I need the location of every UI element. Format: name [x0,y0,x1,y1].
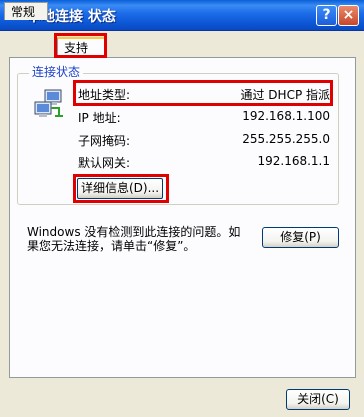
repair-button[interactable]: 修复(P) [262,227,339,248]
close-window-button[interactable]: × [338,5,359,26]
ip-address-value: 192.168.1.100 [242,109,330,123]
status-dialog: 本地连接 状态 ? × 常规 支持 连接状态 地址类型: 通过 DHCP 指派 … [0,0,364,417]
title-bar[interactable]: 本地连接 状态 ? × [0,0,364,31]
ip-address-label: IP 地址: [78,111,121,125]
highlight-details-button [73,174,169,203]
default-gateway-label: 默认网关: [78,156,131,170]
tab-general[interactable]: 常规 [4,2,48,20]
close-button[interactable]: 关闭(C) [286,389,350,410]
group-label: 连接状态 [29,65,84,79]
highlight-address-type [73,80,333,106]
network-computers-icon [34,89,63,117]
highlight-tab-support [54,33,107,58]
subnet-mask-value: 255.255.255.0 [242,132,330,146]
subnet-mask-label: 子网掩码: [78,134,131,148]
repair-message: Windows 没有检测到此连接的问题。如果您无法连接，请单击“修复”。 [27,225,241,253]
default-gateway-value: 192.168.1.1 [257,154,330,168]
help-button[interactable]: ? [316,5,337,26]
